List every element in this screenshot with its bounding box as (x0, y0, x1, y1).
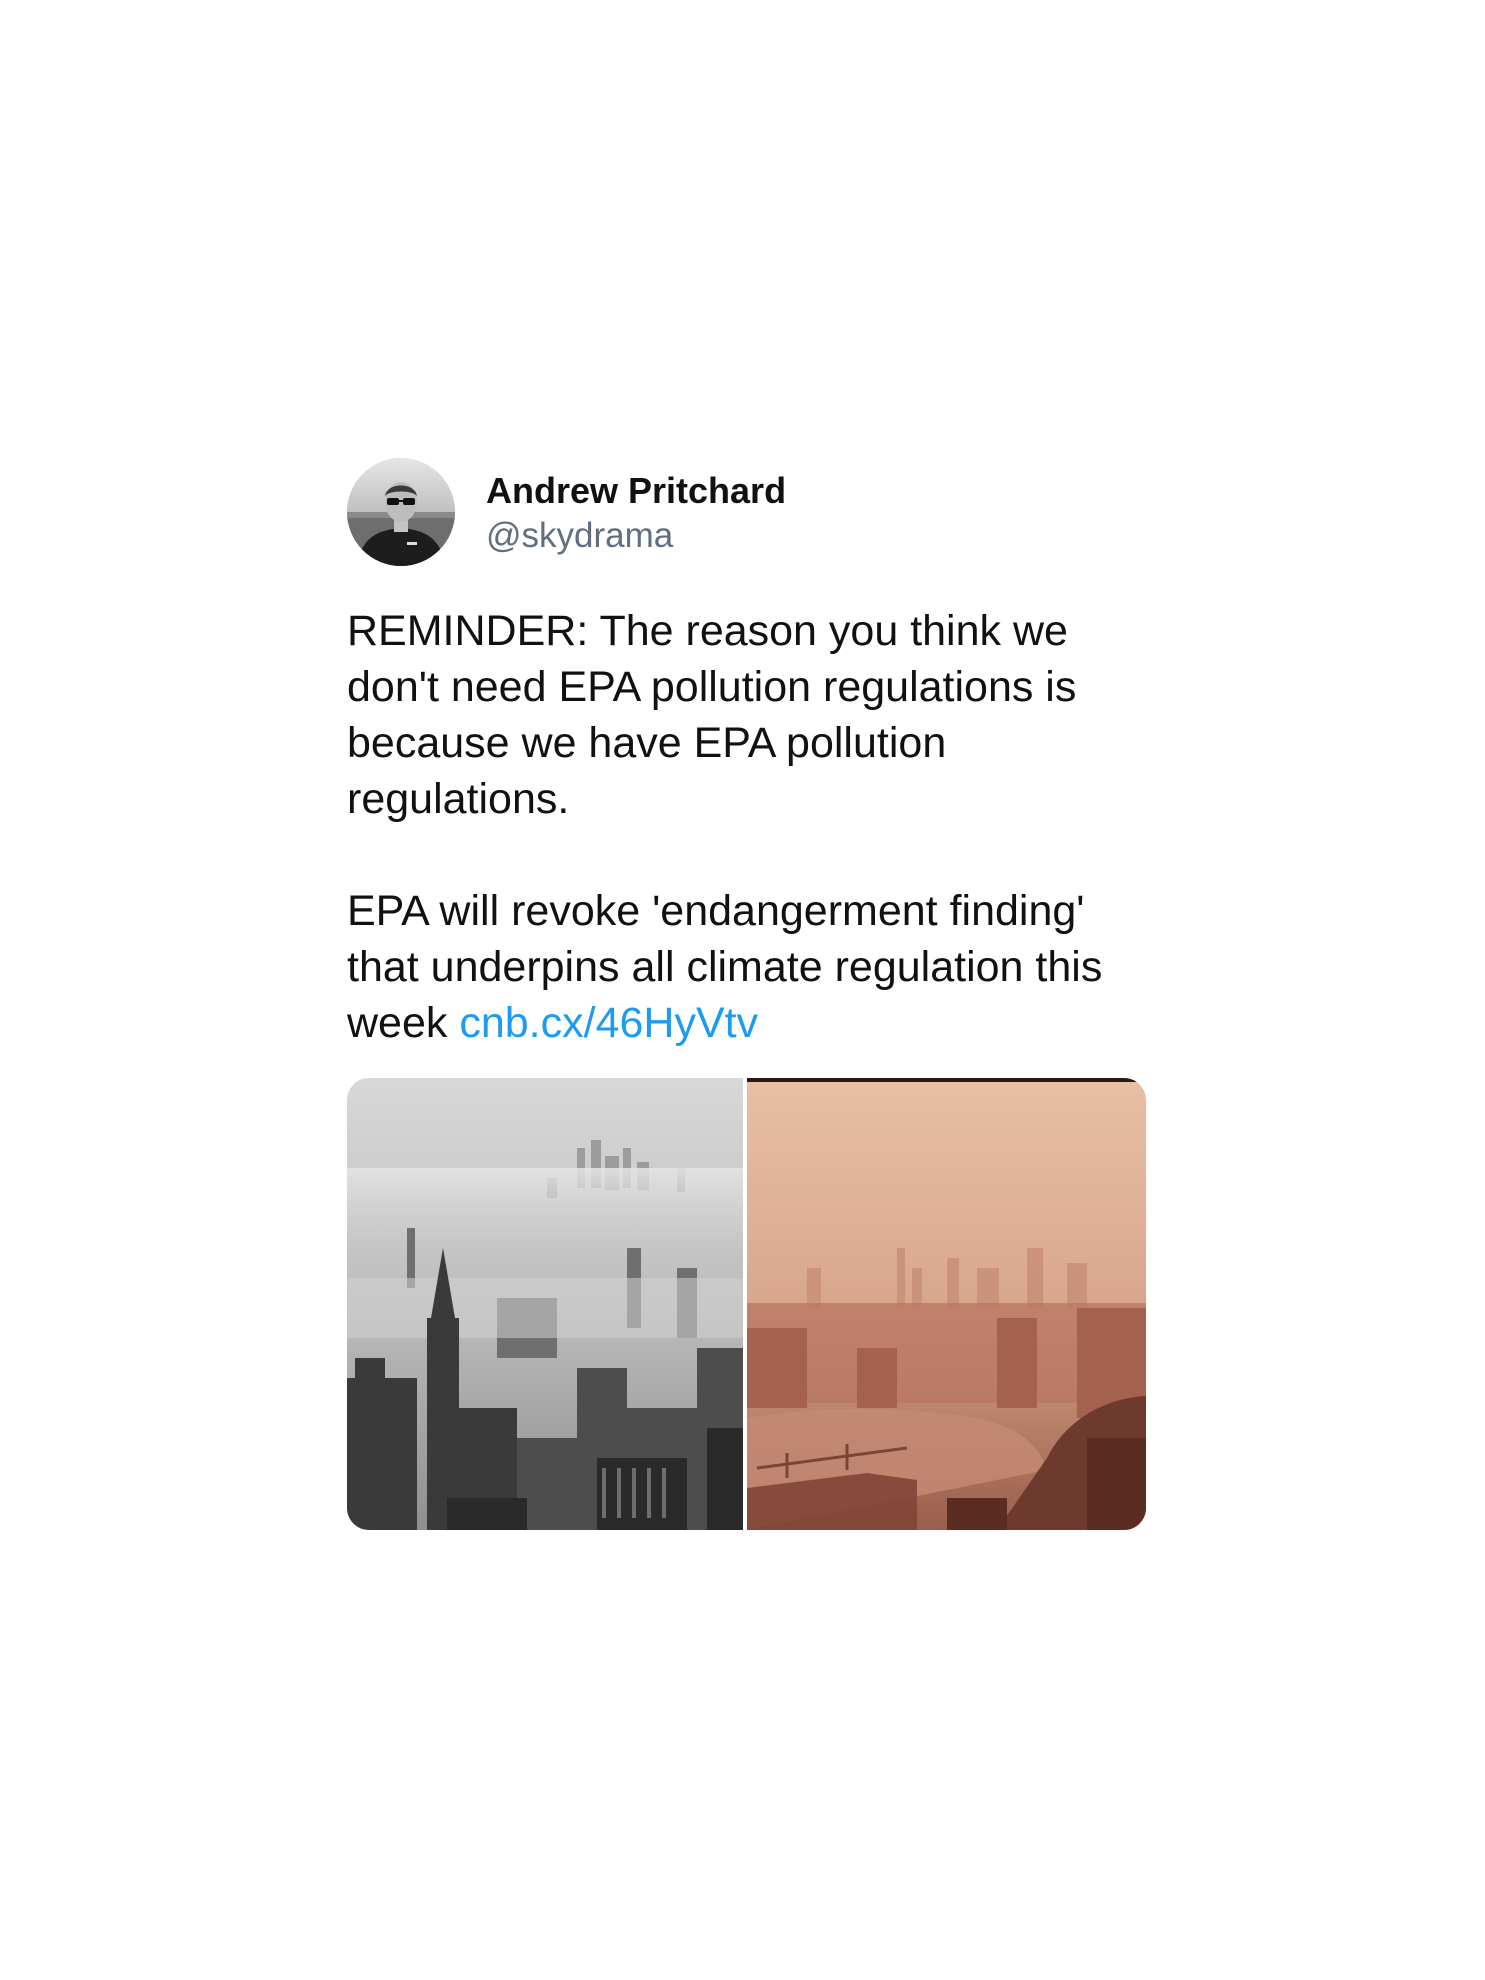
smog-city-photo-bw-icon (347, 1078, 743, 1530)
author-handle[interactable]: @skydrama (486, 516, 673, 556)
tweet-media (347, 1078, 1146, 1530)
tweet-paragraph-2: EPA will revoke 'endangerment finding' t… (347, 883, 1147, 1051)
tweet-author: Andrew Pritchard @skydrama (347, 458, 1147, 568)
tweet-text: REMINDER: The reason you think we don't … (347, 603, 1147, 1051)
author-name[interactable]: Andrew Pritchard (486, 470, 786, 512)
article-link[interactable]: cnb.cx/46HyVtv (459, 999, 758, 1047)
smog-city-photo-sepia-icon (747, 1078, 1146, 1530)
profile-photo-icon (347, 458, 455, 566)
tweet-card: Andrew Pritchard @skydrama REMINDER: The… (347, 458, 1147, 1530)
avatar[interactable] (347, 458, 455, 566)
media-photo-right[interactable] (747, 1078, 1146, 1530)
media-photo-left[interactable] (347, 1078, 743, 1530)
tweet-paragraph-1: REMINDER: The reason you think we don't … (347, 607, 1077, 823)
